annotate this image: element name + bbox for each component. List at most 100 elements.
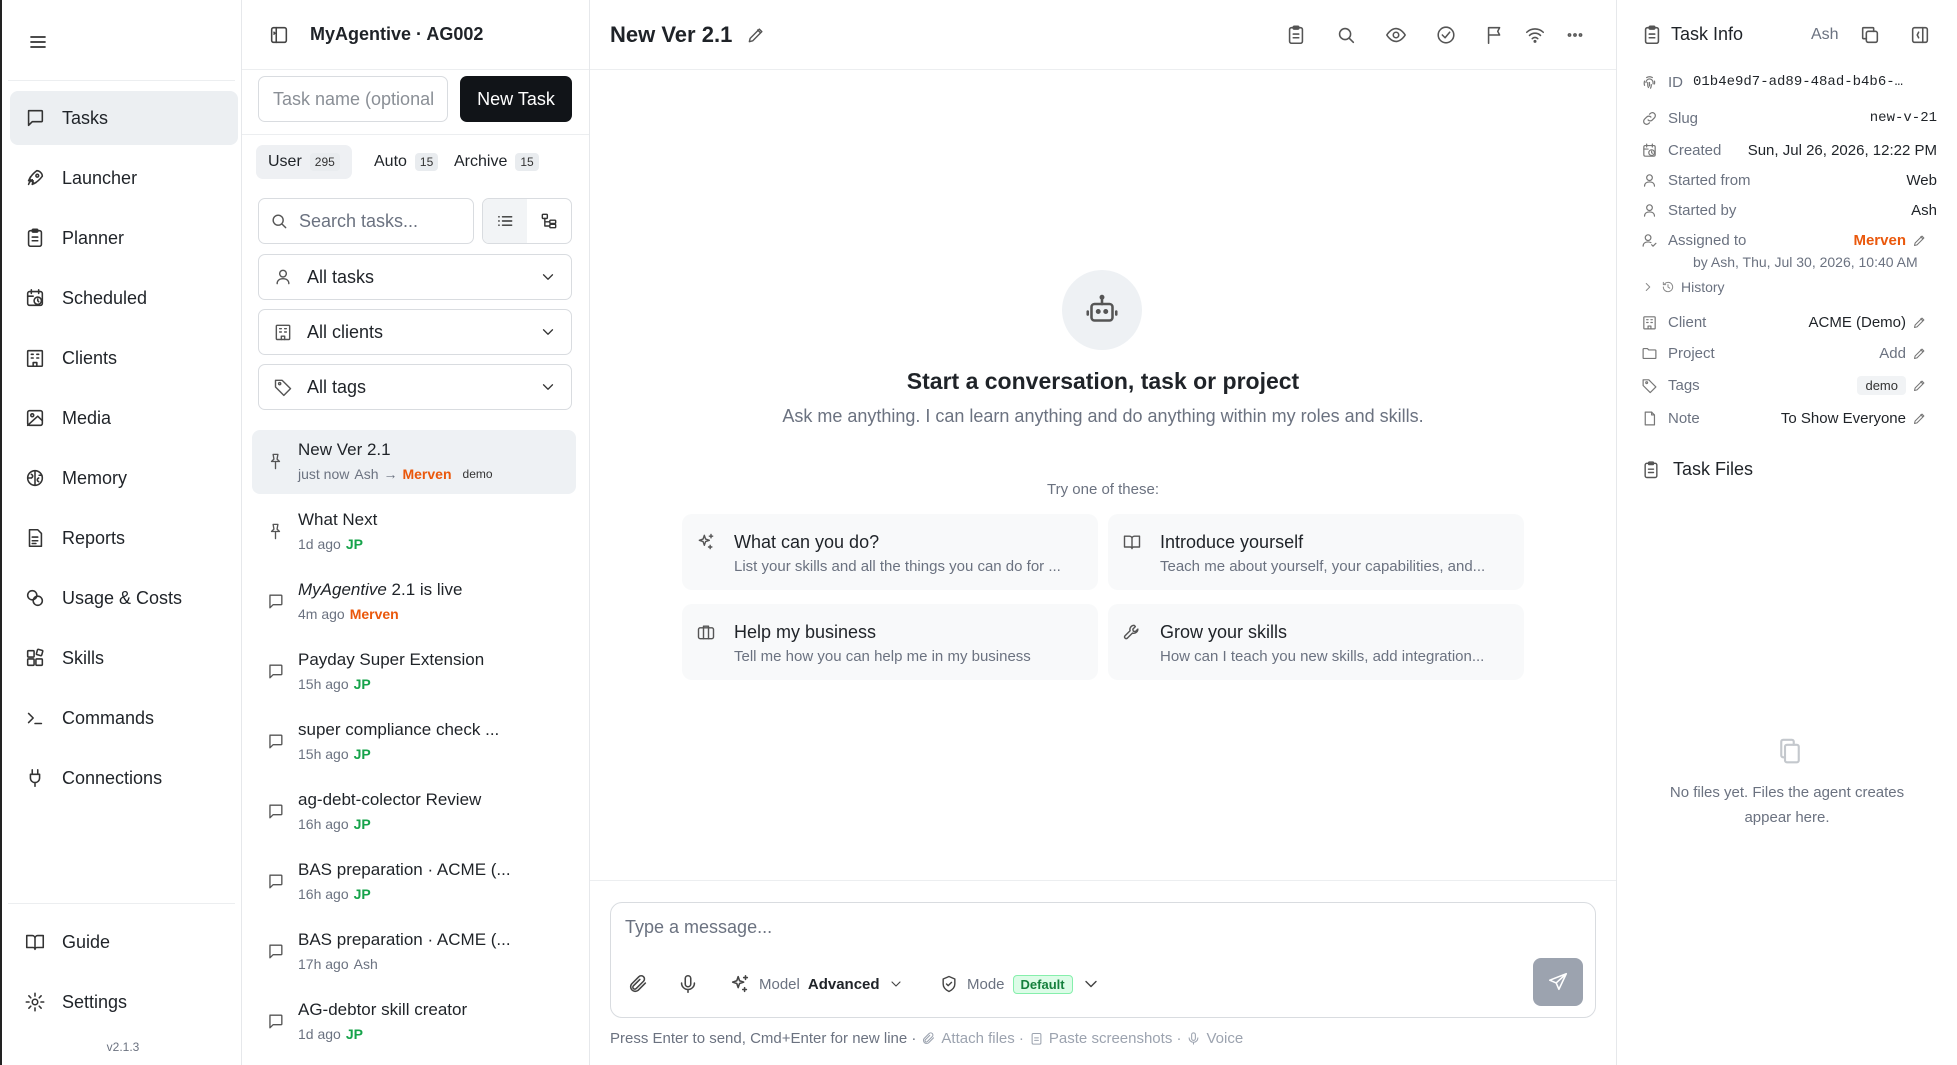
suggestion-card-help-my-business[interactable]: Help my business Tell me how you can hel… bbox=[682, 604, 1098, 680]
pencil-icon[interactable] bbox=[1912, 378, 1927, 393]
send-button[interactable] bbox=[1533, 958, 1583, 1006]
tree-view-button[interactable] bbox=[527, 199, 571, 243]
pencil-icon[interactable] bbox=[1912, 346, 1927, 361]
clipboard-icon bbox=[1641, 24, 1663, 46]
model-select[interactable]: Model Advanced bbox=[729, 971, 904, 997]
task-filter-select[interactable]: All tasks bbox=[258, 254, 572, 300]
nav-item-label: Connections bbox=[62, 767, 163, 788]
shield-check-icon bbox=[939, 974, 959, 994]
nav-item-commands[interactable]: Commands bbox=[10, 691, 238, 745]
suggestion-card-what-can-you-do[interactable]: What can you do? List your skills and al… bbox=[682, 514, 1098, 590]
tab-auto[interactable]: Auto 15 bbox=[362, 145, 450, 179]
nav-item-planner[interactable]: Planner bbox=[10, 211, 238, 265]
created-value: Sun, Jul 26, 2026, 12:22 PM bbox=[1747, 141, 1937, 159]
message-input[interactable] bbox=[625, 917, 1525, 947]
search-tasks-input[interactable] bbox=[299, 199, 469, 243]
task-title: BAS preparation · ACME (... bbox=[298, 860, 511, 879]
suggestions-label: Try one of these: bbox=[1046, 481, 1159, 498]
chevron-down-icon bbox=[539, 378, 557, 396]
task-name-input[interactable] bbox=[258, 76, 448, 122]
nav-item-reports[interactable]: Reports bbox=[10, 511, 238, 565]
task-list-item[interactable]: AG-debtor skill creator 1d ago JP bbox=[252, 990, 576, 1054]
pencil-icon[interactable] bbox=[1912, 411, 1927, 426]
new-task-button[interactable]: New Task bbox=[460, 76, 572, 122]
suggestion-card-introduce-yourself[interactable]: Introduce yourself Teach me about yourse… bbox=[1108, 514, 1524, 590]
nav-item-scheduled[interactable]: Scheduled bbox=[10, 271, 238, 325]
info-label: Note bbox=[1668, 409, 1700, 427]
eye-icon[interactable] bbox=[1385, 24, 1407, 46]
nav-item-guide[interactable]: Guide bbox=[10, 915, 238, 969]
chat-square-icon bbox=[266, 942, 285, 961]
nav-item-settings[interactable]: Settings bbox=[10, 975, 238, 1029]
nav-item-launcher[interactable]: Launcher bbox=[10, 151, 238, 205]
clipboard-icon[interactable] bbox=[1285, 24, 1307, 46]
task-time: 1d ago bbox=[298, 536, 341, 552]
nav-item-label: Guide bbox=[62, 931, 111, 952]
more-horizontal-icon[interactable] bbox=[1564, 24, 1586, 46]
search-icon[interactable] bbox=[1335, 24, 1357, 46]
hamburger-menu-icon[interactable] bbox=[26, 30, 50, 54]
client-filter-select[interactable]: All clients bbox=[258, 309, 572, 355]
task-list-item[interactable]: New Ver 2.1 just now Ash → Merven demo bbox=[252, 430, 576, 494]
task-list-item[interactable]: Payday Super Extension 15h ago JP bbox=[252, 640, 576, 704]
suggestion-title: Grow your skills bbox=[1160, 622, 1288, 642]
clipboard-icon bbox=[1641, 460, 1661, 480]
suggestion-card-grow-your-skills[interactable]: Grow your skills How can I teach you new… bbox=[1108, 604, 1524, 680]
pencil-icon[interactable] bbox=[746, 25, 766, 45]
project-value[interactable]: Add bbox=[1879, 345, 1937, 362]
task-author: JP bbox=[353, 886, 371, 902]
nav-item-media[interactable]: Media bbox=[10, 391, 238, 445]
tab-archive[interactable]: Archive 15 bbox=[442, 145, 551, 179]
calendar-clock-icon bbox=[1641, 142, 1658, 159]
wifi-icon[interactable] bbox=[1524, 24, 1546, 46]
info-label: Slug bbox=[1668, 109, 1699, 127]
microphone-icon[interactable] bbox=[677, 973, 699, 995]
history-toggle[interactable]: History bbox=[1641, 278, 1725, 296]
info-row-started-by: Started by Ash bbox=[1641, 199, 1937, 221]
pencil-icon[interactable] bbox=[1912, 233, 1927, 248]
hint-voice: Voice bbox=[1206, 1030, 1244, 1047]
collapse-panel-icon[interactable] bbox=[1909, 24, 1931, 46]
user-icon bbox=[273, 267, 293, 287]
building-icon bbox=[24, 347, 46, 369]
info-row-client: Client ACME (Demo) bbox=[1641, 311, 1937, 333]
task-title: AG-debtor skill creator bbox=[298, 1000, 468, 1019]
task-list-item[interactable]: What Next 1d ago JP bbox=[252, 500, 576, 564]
book-icon bbox=[24, 931, 46, 953]
paperclip-icon[interactable] bbox=[627, 973, 649, 995]
sidebar-toggle-icon[interactable] bbox=[268, 24, 290, 46]
nav-item-tasks[interactable]: Tasks bbox=[10, 91, 238, 145]
check-circle-icon[interactable] bbox=[1435, 24, 1457, 46]
tab-user[interactable]: User 295 bbox=[256, 145, 352, 179]
task-title-rest: 2.1 is live bbox=[386, 580, 463, 599]
copy-icon[interactable] bbox=[1859, 24, 1881, 46]
nav-item-skills[interactable]: Skills bbox=[10, 631, 238, 685]
note-value: To Show Everyone bbox=[1781, 410, 1937, 427]
task-id-value[interactable]: 01b4e9d7-ad89-48ad-b4b6-… bbox=[1693, 74, 1903, 90]
tab-label: User bbox=[268, 153, 302, 170]
model-value: Advanced bbox=[807, 975, 880, 993]
empty-state-subtitle: Ask me anything. I can learn anything an… bbox=[782, 406, 1424, 426]
nav-item-clients[interactable]: Clients bbox=[10, 331, 238, 385]
mode-select[interactable]: Mode Default bbox=[939, 971, 1101, 997]
task-list-item[interactable]: super compliance check ... 15h ago JP bbox=[252, 710, 576, 774]
pencil-icon[interactable] bbox=[1912, 315, 1927, 330]
task-author: Ash bbox=[353, 956, 378, 972]
nav-item-connections[interactable]: Connections bbox=[10, 751, 238, 805]
info-label: Client bbox=[1668, 313, 1707, 331]
list-view-button[interactable] bbox=[483, 199, 527, 243]
nav-item-memory[interactable]: Memory bbox=[10, 451, 238, 505]
suggestion-title: What can you do? bbox=[734, 532, 880, 552]
tag-filter-select[interactable]: All tags bbox=[258, 364, 572, 410]
pin-icon bbox=[266, 452, 285, 471]
flag-icon[interactable] bbox=[1484, 24, 1506, 46]
task-list-item[interactable]: ag-debt-colector Review 16h ago JP bbox=[252, 780, 576, 844]
blocks-icon bbox=[24, 647, 46, 669]
task-title: New Ver 2.1 bbox=[610, 22, 733, 47]
task-list-item[interactable]: BAS preparation · ACME (... 17h ago Ash bbox=[252, 920, 576, 984]
task-list-item[interactable]: BAS preparation · ACME (... 16h ago JP bbox=[252, 850, 576, 914]
user-icon bbox=[1641, 172, 1658, 189]
nav-item-usage-costs[interactable]: Usage & Costs bbox=[10, 571, 238, 625]
assigned-value: Merven bbox=[1853, 232, 1937, 249]
task-list-item[interactable]: MyAgentive 2.1 is live 4m ago Merven bbox=[252, 570, 576, 634]
